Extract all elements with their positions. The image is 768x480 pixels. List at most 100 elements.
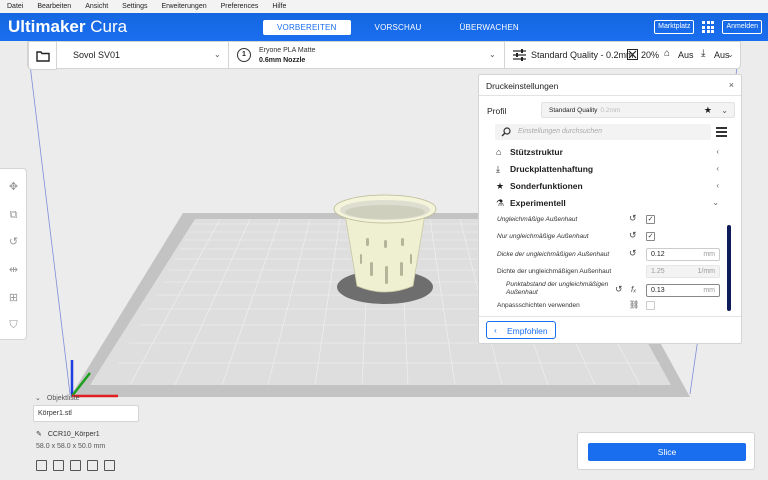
open-file-button[interactable] (28, 41, 57, 70)
close-icon[interactable]: × (729, 80, 734, 90)
rotate-tool-icon[interactable]: ↺ (7, 236, 20, 249)
printer-selector[interactable]: Sovol SV01 ⌄ (65, 42, 229, 69)
app-logo: Ultimaker Cura (8, 17, 127, 37)
extruder-icon: 1 (237, 48, 251, 62)
per-model-settings-icon[interactable]: ⊞ (7, 292, 20, 305)
settings-search-input[interactable]: Einstellungen durchsuchen (495, 124, 711, 140)
print-settings-selector[interactable]: Standard Quality - 0.2mm 20% ⌂ Aus ⤓ Aus (506, 42, 742, 69)
field-unit: mm (703, 287, 715, 294)
logo-product: Cura (90, 17, 128, 36)
view-front-icon[interactable] (53, 460, 64, 471)
profile-label: Profil (487, 106, 507, 116)
printer-name: Sovol SV01 (73, 50, 121, 60)
support-icon: ⌂ (664, 48, 671, 59)
tab-prepare[interactable]: VORBEREITEN (263, 20, 351, 35)
category-label: Experimentell (510, 198, 566, 208)
settings-visibility-menu-icon[interactable] (716, 127, 727, 139)
field-value: 1.25 (651, 268, 665, 275)
reset-icon[interactable]: ↺ (629, 230, 637, 241)
setting-label: Ungleichmäßige Außenhaut (497, 216, 578, 223)
object-file-name: Körper1.stl (38, 410, 72, 417)
category-special-modes[interactable]: ★ Sonderfunktionen ‹ (495, 178, 719, 194)
marketplace-button[interactable]: Marktplatz (654, 20, 695, 34)
quality-profile: Standard Quality - 0.2mm (531, 50, 634, 60)
menu-edit[interactable]: Bearbeiten (37, 3, 71, 10)
sliders-icon (513, 49, 526, 61)
object-list-toggle[interactable]: ⌄ Objektliste (35, 394, 80, 402)
category-support[interactable]: ⌂ Stützstruktur ‹ (495, 144, 719, 160)
fuzzy-skin-checkbox[interactable]: ✓ (646, 215, 655, 224)
tool-sidebar: ✥ ⧉ ↺ ⇹ ⊞ ⛉ (0, 168, 27, 340)
setting-label: Punktabstand der ungleichmäßigen Außenhau… (506, 281, 609, 296)
app-header: Ultimaker Cura VORBEREITEN VORSCHAU ÜBER… (0, 13, 768, 41)
chevron-down-icon: ⌄ (35, 395, 41, 402)
flask-icon: ⚗ (496, 198, 505, 208)
chevron-down-icon: ⌄ (214, 50, 221, 59)
slice-panel: Slice (577, 432, 755, 470)
tab-monitor[interactable]: ÜBERWACHEN (446, 20, 533, 35)
reset-icon[interactable]: ↺ (615, 284, 623, 295)
tab-preview[interactable]: VORSCHAU (361, 20, 436, 35)
support-icon: ⌂ (496, 147, 502, 157)
setting-fuzzy-skin: Ungleichmäßige Außenhaut ↺ ✓ (497, 213, 717, 227)
fuzzy-skin-outside-only-checkbox[interactable]: ✓ (646, 232, 655, 241)
view-left-icon[interactable] (87, 460, 98, 471)
profile-layer-height: 0.2mm (600, 107, 621, 114)
adaptive-layers-checkbox[interactable] (646, 301, 655, 310)
view-top-icon[interactable] (70, 460, 81, 471)
menu-view[interactable]: Ansicht (85, 3, 108, 10)
setting-label: Nur ungleichmäßige Außenhaut (497, 233, 589, 240)
star-icon: ★ (496, 181, 505, 191)
view-3d-icon[interactable] (36, 460, 47, 471)
category-label: Sonderfunktionen (510, 181, 583, 191)
function-icon[interactable]: fₓ (631, 285, 636, 294)
signin-button[interactable]: Anmelden (722, 20, 762, 34)
menu-preferences[interactable]: Preferences (221, 3, 259, 10)
adhesion-icon: ⤓ (701, 48, 706, 59)
chevron-down-icon: ⌄ (712, 198, 719, 207)
menu-settings[interactable]: Settings (122, 3, 147, 10)
setting-adaptive-layers: Anpassschichten verwenden ⛓ (497, 299, 717, 313)
settings-scrollbar[interactable] (727, 225, 731, 311)
divider (479, 95, 741, 96)
recommended-label: Empfohlen (507, 326, 548, 336)
setting-label: Anpassschichten verwenden (497, 302, 580, 309)
field-unit: 1/mm (697, 268, 716, 275)
menu-file[interactable]: Datei (7, 3, 23, 10)
field-value: 0.13 (651, 287, 665, 294)
setting-fuzzy-skin-thickness: Dicke der ungleichmäßigen Außenhaut ↺ 0.… (497, 248, 720, 262)
recommended-button[interactable]: ‹ Empfohlen (486, 321, 556, 339)
setting-fuzzy-skin-point-distance: Punktabstand der ungleichmäßigen Außenhau… (497, 281, 720, 299)
view-right-icon[interactable] (104, 460, 115, 471)
material-selector[interactable]: 1 Eryone PLA Matte 0.6mm Nozzle ⌄ (229, 42, 505, 69)
category-experimental[interactable]: ⚗ Experimentell ⌄ (495, 195, 719, 211)
object-list-label: Objektliste (46, 395, 80, 402)
fuzzy-skin-thickness-input[interactable]: 0.12 mm (646, 248, 720, 261)
move-tool-icon[interactable]: ✥ (7, 181, 20, 194)
menu-extensions[interactable]: Erweiterungen (161, 3, 206, 10)
mirror-tool-icon[interactable]: ⇹ (7, 264, 20, 277)
chevron-left-icon: ‹ (716, 181, 719, 190)
scale-tool-icon[interactable]: ⧉ (7, 209, 20, 222)
reset-icon[interactable]: ↺ (629, 248, 637, 259)
apps-grid-icon[interactable] (702, 21, 715, 33)
star-icon[interactable]: ★ (704, 105, 712, 116)
category-adhesion[interactable]: ⤓ Druckplattenhaftung ‹ (495, 161, 719, 177)
fuzzy-skin-density-input[interactable]: 1.25 1/mm (646, 265, 720, 278)
job-name[interactable]: ✎ CCR10_Körper1 (36, 430, 100, 438)
object-list-item[interactable]: Körper1.stl (33, 405, 139, 422)
support-blocker-icon[interactable]: ⛉ (7, 319, 20, 332)
edit-icon: ✎ (36, 431, 42, 438)
search-placeholder: Einstellungen durchsuchen (518, 128, 603, 135)
nozzle-size: 0.6mm Nozzle (259, 57, 306, 64)
panel-title: Druckeinstellungen (486, 81, 559, 91)
chevron-down-icon: ⌄ (489, 50, 496, 59)
chevron-down-icon: ⌄ (721, 106, 728, 115)
reset-icon[interactable]: ↺ (629, 213, 637, 224)
fuzzy-skin-point-distance-input[interactable]: 0.13 mm (646, 284, 720, 297)
search-icon (501, 127, 511, 137)
infill-value: 20% (641, 50, 660, 60)
slice-button[interactable]: Slice (588, 443, 746, 461)
menu-help[interactable]: Hilfe (272, 3, 286, 10)
profile-dropdown[interactable]: Standard Quality 0.2mm ★ ⌄ (541, 102, 735, 118)
